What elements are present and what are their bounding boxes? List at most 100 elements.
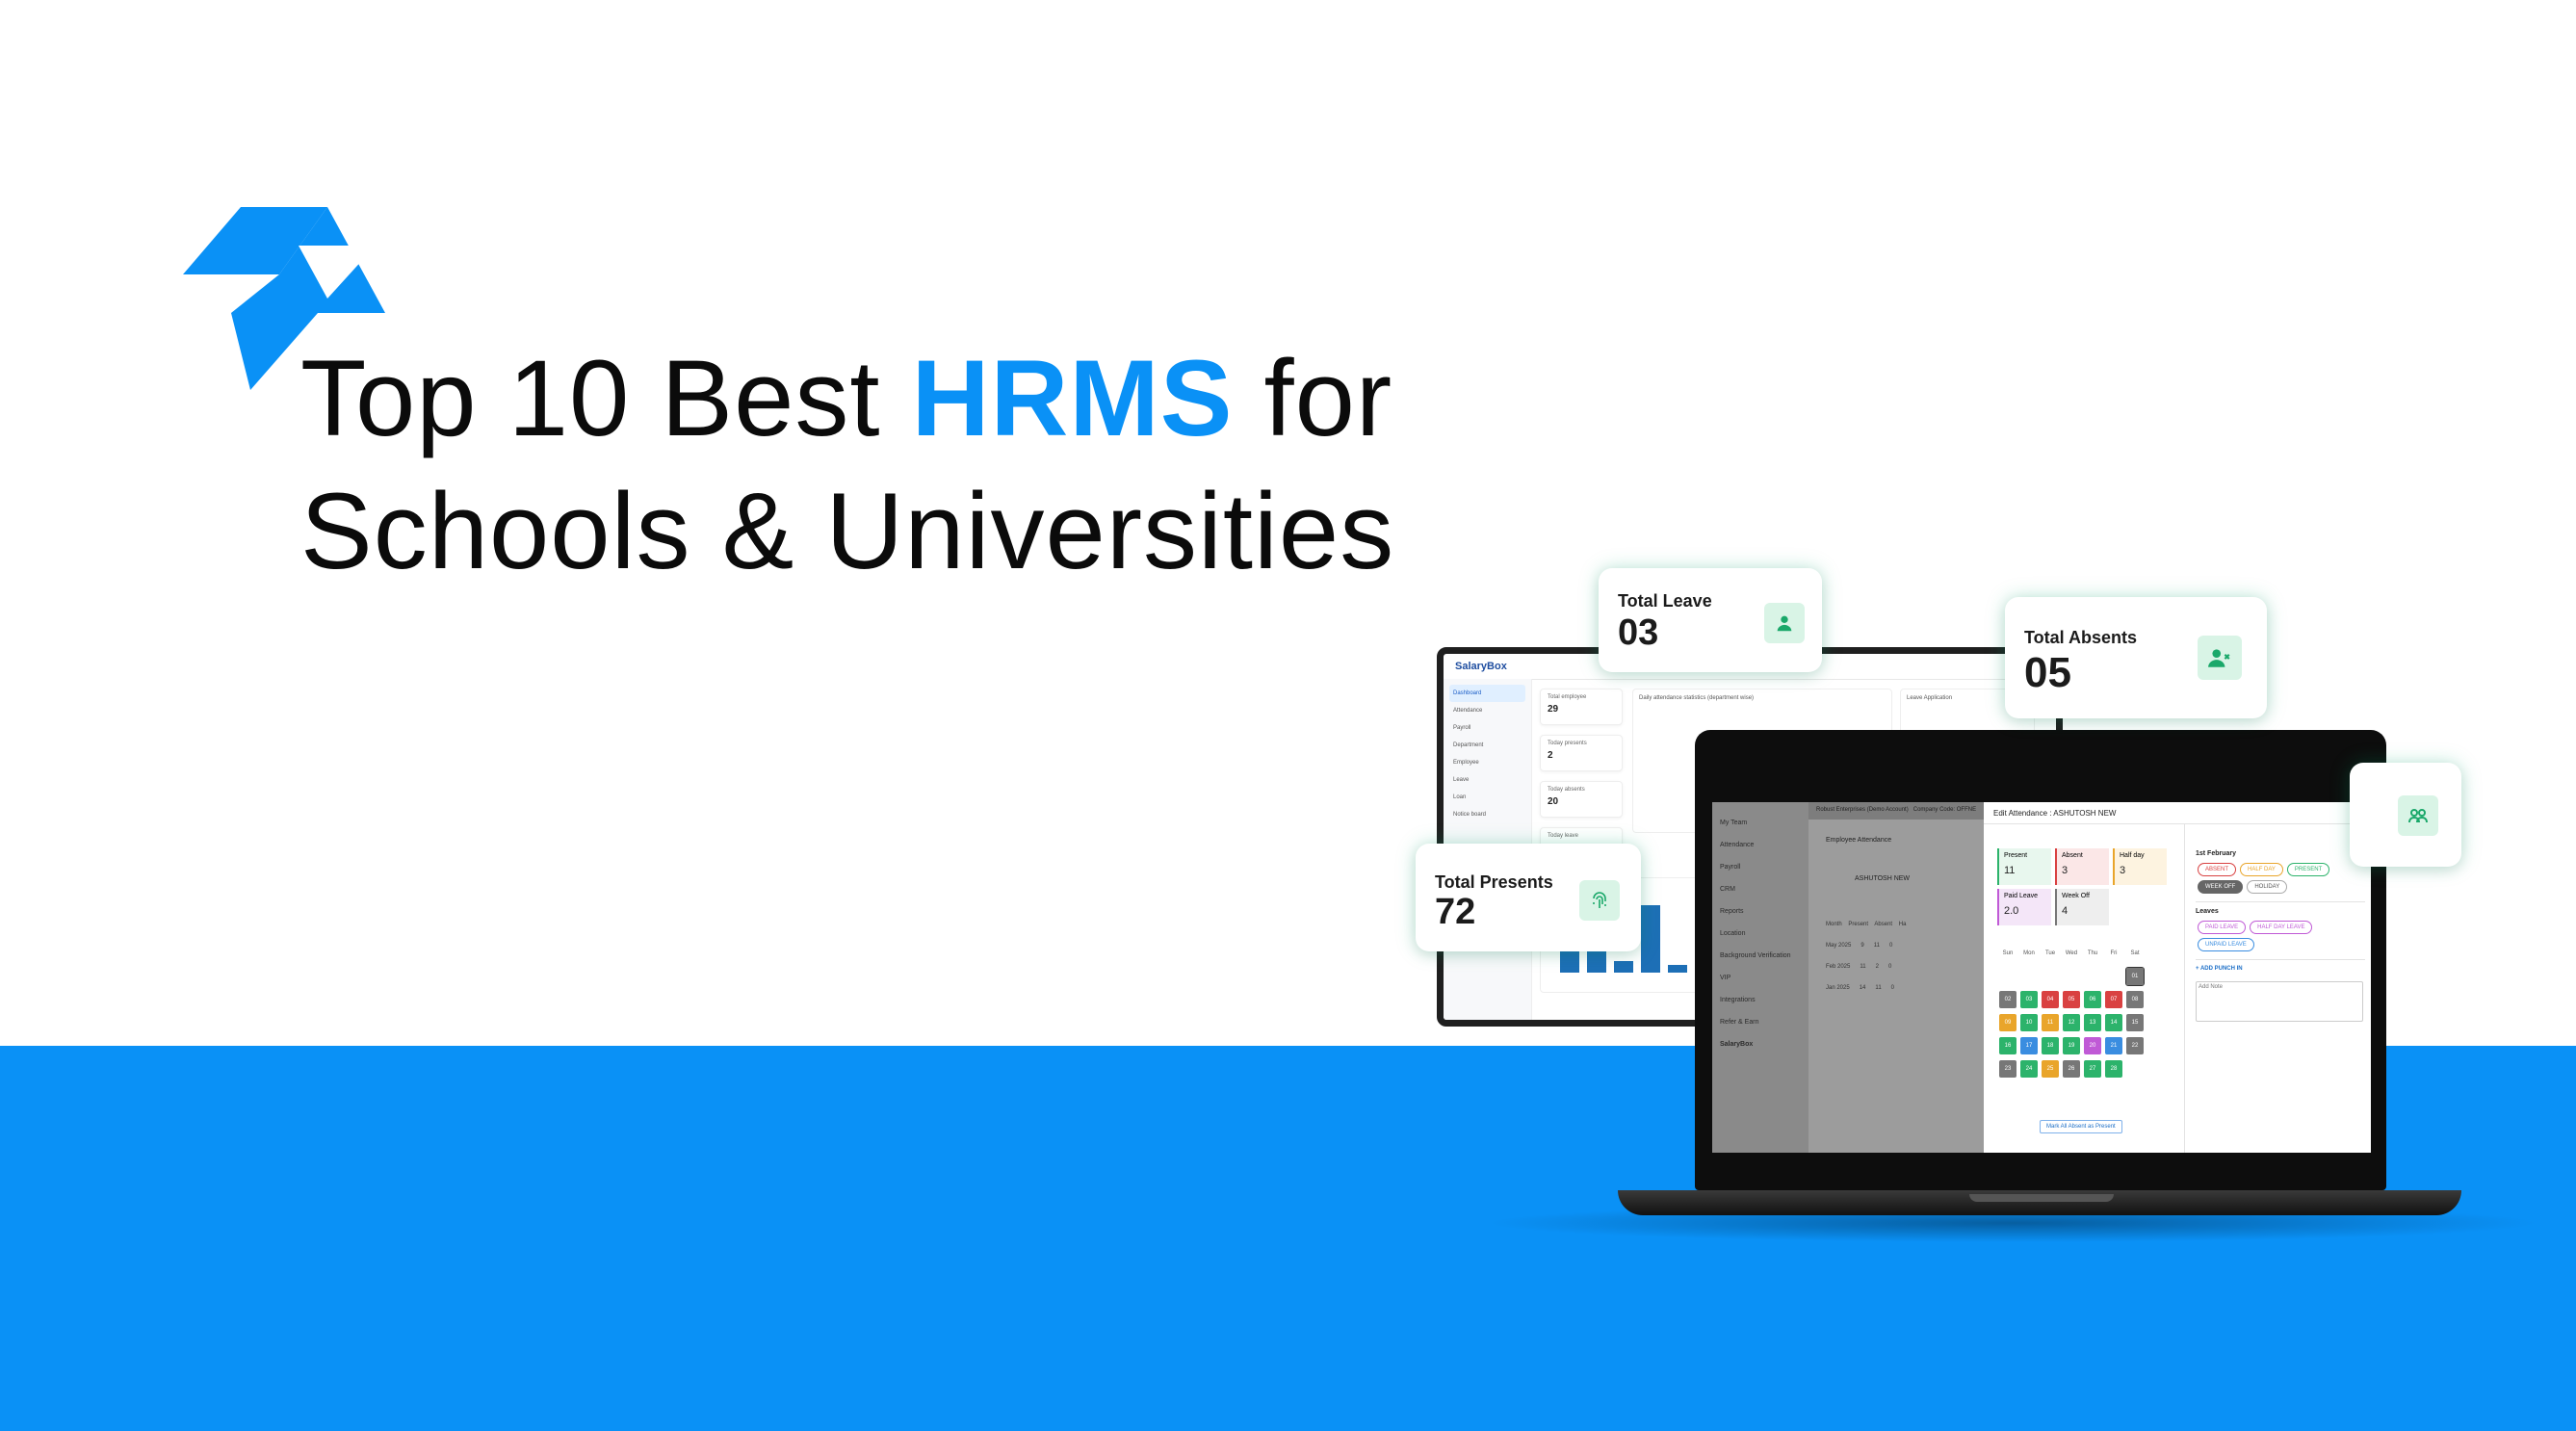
calendar-day[interactable]: 20 bbox=[2084, 1037, 2101, 1054]
title-line-2: Schools & Universities bbox=[300, 471, 1395, 591]
laptop-display: My Team Attendance Payroll CRM Reports L… bbox=[1712, 802, 2371, 1153]
monitor-nav-item[interactable]: Leave bbox=[1449, 771, 1525, 789]
table-row[interactable]: Feb 2025 11 2 0 bbox=[1826, 964, 1980, 970]
monitor-nav-item[interactable]: Employee bbox=[1449, 754, 1525, 771]
card-value: 05 bbox=[2024, 649, 2071, 696]
laptop-nav-item[interactable]: My Team bbox=[1720, 812, 1801, 834]
stat-present: Present 11 bbox=[1997, 848, 2051, 885]
calendar-day[interactable]: 02 bbox=[1999, 991, 2017, 1008]
laptop-nav-item[interactable]: Refer & Earn bbox=[1720, 1011, 1801, 1033]
card-value: 03 bbox=[1618, 612, 1659, 653]
calendar-day[interactable]: 19 bbox=[2063, 1037, 2080, 1054]
laptop-nav-item[interactable]: Background Verification bbox=[1720, 945, 1801, 967]
person-icon bbox=[1764, 603, 1805, 643]
partial-card bbox=[2350, 763, 2461, 867]
calendar-week: 16 17 18 19 20 21 22 bbox=[1999, 1037, 2182, 1054]
week-off-pill[interactable]: WEEK OFF bbox=[2198, 880, 2244, 894]
monitor-nav-item[interactable]: Attendance bbox=[1449, 702, 1525, 719]
laptop-nav-item[interactable]: Integrations bbox=[1720, 989, 1801, 1011]
calendar-day[interactable]: 23 bbox=[1999, 1060, 2017, 1078]
leaves-title: Leaves bbox=[2196, 908, 2219, 915]
calendar-day[interactable]: 14 bbox=[2105, 1014, 2122, 1031]
calendar-day[interactable]: 11 bbox=[2042, 1014, 2059, 1031]
modal-header: Edit Attendance : ASHUTOSH NEW × bbox=[1984, 802, 2371, 824]
laptop-nav-item[interactable]: Attendance bbox=[1720, 834, 1801, 856]
title-prefix: Top 10 Best bbox=[300, 338, 912, 458]
laptop-topbar: Robust Enterprises (Demo Account) Compan… bbox=[1808, 802, 1984, 820]
table-row[interactable]: May 2025 9 11 0 bbox=[1826, 943, 1980, 949]
monitor-nav-item[interactable]: Department bbox=[1449, 737, 1525, 754]
employee-attendance-title: Employee Attendance bbox=[1826, 837, 1892, 844]
calendar-day[interactable]: 18 bbox=[2042, 1037, 2059, 1054]
monitor-brand: SalaryBox bbox=[1455, 661, 1507, 672]
total-leave-card: Total Leave 03 bbox=[1599, 568, 1822, 672]
page-title: Top 10 Best HRMS for Schools & Universit… bbox=[300, 332, 1394, 598]
calendar-weekdays: Sun Mon Tue Wed Thu Fri Sat bbox=[2002, 950, 2140, 956]
attendance-calendar: Sun Mon Tue Wed Thu Fri Sat 01 02 03 04 05 06 07 08 … bbox=[1999, 945, 2182, 1083]
calendar-day[interactable]: 12 bbox=[2063, 1014, 2080, 1031]
add-punch-in-link[interactable]: + ADD PUNCH IN bbox=[2196, 966, 2365, 972]
calendar-day[interactable]: 03 bbox=[2020, 991, 2038, 1008]
calendar-day[interactable]: 27 bbox=[2084, 1060, 2101, 1078]
laptop-sidebar: My Team Attendance Payroll CRM Reports L… bbox=[1712, 802, 1808, 1153]
holiday-pill[interactable]: HOLIDAY bbox=[2247, 880, 2288, 894]
calendar-day[interactable]: 17 bbox=[2020, 1037, 2038, 1054]
absent-pill[interactable]: ABSENT bbox=[2198, 863, 2237, 876]
calendar-day[interactable]: 01 bbox=[2125, 967, 2145, 986]
laptop-nav-item[interactable]: Location bbox=[1720, 923, 1801, 945]
calendar-day[interactable]: 16 bbox=[1999, 1037, 2017, 1054]
unpaid-leave-pill[interactable]: UNPAID LEAVE bbox=[2198, 938, 2254, 951]
laptop-nav-item[interactable]: Payroll bbox=[1720, 856, 1801, 878]
monitor-nav-item[interactable]: Dashboard bbox=[1449, 685, 1525, 702]
calendar-day[interactable]: 07 bbox=[2105, 991, 2122, 1008]
monitor-stat-card: Today presents 2 bbox=[1540, 735, 1623, 771]
calendar-day[interactable]: 21 bbox=[2105, 1037, 2122, 1054]
calendar-day[interactable]: 05 bbox=[2063, 991, 2080, 1008]
calendar-day[interactable]: 09 bbox=[1999, 1014, 2017, 1031]
calendar-day[interactable]: 22 bbox=[2126, 1037, 2144, 1054]
selected-date: 1st February bbox=[2196, 850, 2237, 857]
present-pill[interactable]: PRESENT bbox=[2286, 863, 2330, 876]
calendar-day[interactable]: 08 bbox=[2126, 991, 2144, 1008]
calendar-week: 09 10 11 12 13 14 15 bbox=[1999, 1014, 2182, 1031]
modal-title: Edit Attendance : ASHUTOSH NEW bbox=[1993, 808, 2117, 818]
calendar-day[interactable]: 26 bbox=[2063, 1060, 2080, 1078]
laptop-nav-item[interactable]: CRM bbox=[1720, 878, 1801, 900]
monitor-nav-item[interactable]: Notice board bbox=[1449, 806, 1525, 823]
laptop-nav-item[interactable]: VIP bbox=[1720, 967, 1801, 989]
fingerprint-icon bbox=[1579, 880, 1620, 921]
calendar-day[interactable]: 28 bbox=[2105, 1060, 2122, 1078]
monitor-nav-item[interactable]: Loan bbox=[1449, 789, 1525, 806]
table-header: Month Present Absent Ha bbox=[1826, 922, 1907, 927]
attendance-table: Month Present Absent Ha May 2025 9 11 0 … bbox=[1826, 922, 1980, 1006]
card-label: Total Presents bbox=[1435, 872, 1553, 892]
mark-all-present-button[interactable]: Mark All Absent as Present bbox=[2040, 1120, 2122, 1133]
monitor-stat-card: Today absents 20 bbox=[1540, 781, 1623, 818]
paid-leave-pill[interactable]: PAID LEAVE bbox=[2198, 921, 2247, 934]
laptop-nav-item[interactable]: Reports bbox=[1720, 900, 1801, 923]
modal-divider bbox=[2184, 823, 2185, 1153]
monitor-nav-item[interactable]: Payroll bbox=[1449, 719, 1525, 737]
note-input[interactable] bbox=[2196, 981, 2363, 1022]
half-day-leave-pill[interactable]: HALF DAY LEAVE bbox=[2250, 921, 2313, 934]
edit-attendance-modal: Edit Attendance : ASHUTOSH NEW × Present… bbox=[1984, 802, 2371, 1153]
table-row[interactable]: Jan 2025 14 11 0 bbox=[1826, 985, 1980, 991]
title-suffix: for bbox=[1233, 338, 1393, 458]
calendar-day[interactable]: 15 bbox=[2126, 1014, 2144, 1031]
card-label: Total Leave bbox=[1618, 591, 1712, 611]
calendar-day[interactable]: 25 bbox=[2042, 1060, 2059, 1078]
total-presents-card: Total Presents 72 bbox=[1416, 844, 1641, 951]
calendar-week: 01 bbox=[1999, 967, 2182, 986]
employee-name: ASHUTOSH NEW bbox=[1855, 875, 1911, 882]
calendar-day[interactable]: 13 bbox=[2084, 1014, 2101, 1031]
calendar-day[interactable]: 10 bbox=[2020, 1014, 2038, 1031]
stat-paid-leave: Paid Leave 2.0 bbox=[1997, 889, 2051, 925]
calendar-week: 23 24 25 26 27 28 bbox=[1999, 1060, 2182, 1078]
calendar-day[interactable]: 06 bbox=[2084, 991, 2101, 1008]
calendar-day[interactable]: 04 bbox=[2042, 991, 2059, 1008]
stat-absent: Absent 3 bbox=[2055, 848, 2109, 885]
calendar-day[interactable]: 24 bbox=[2020, 1060, 2038, 1078]
half-day-pill[interactable]: HALF DAY bbox=[2240, 863, 2283, 876]
person-remove-icon bbox=[2198, 636, 2242, 680]
stat-half-day: Half day 3 bbox=[2113, 848, 2167, 885]
